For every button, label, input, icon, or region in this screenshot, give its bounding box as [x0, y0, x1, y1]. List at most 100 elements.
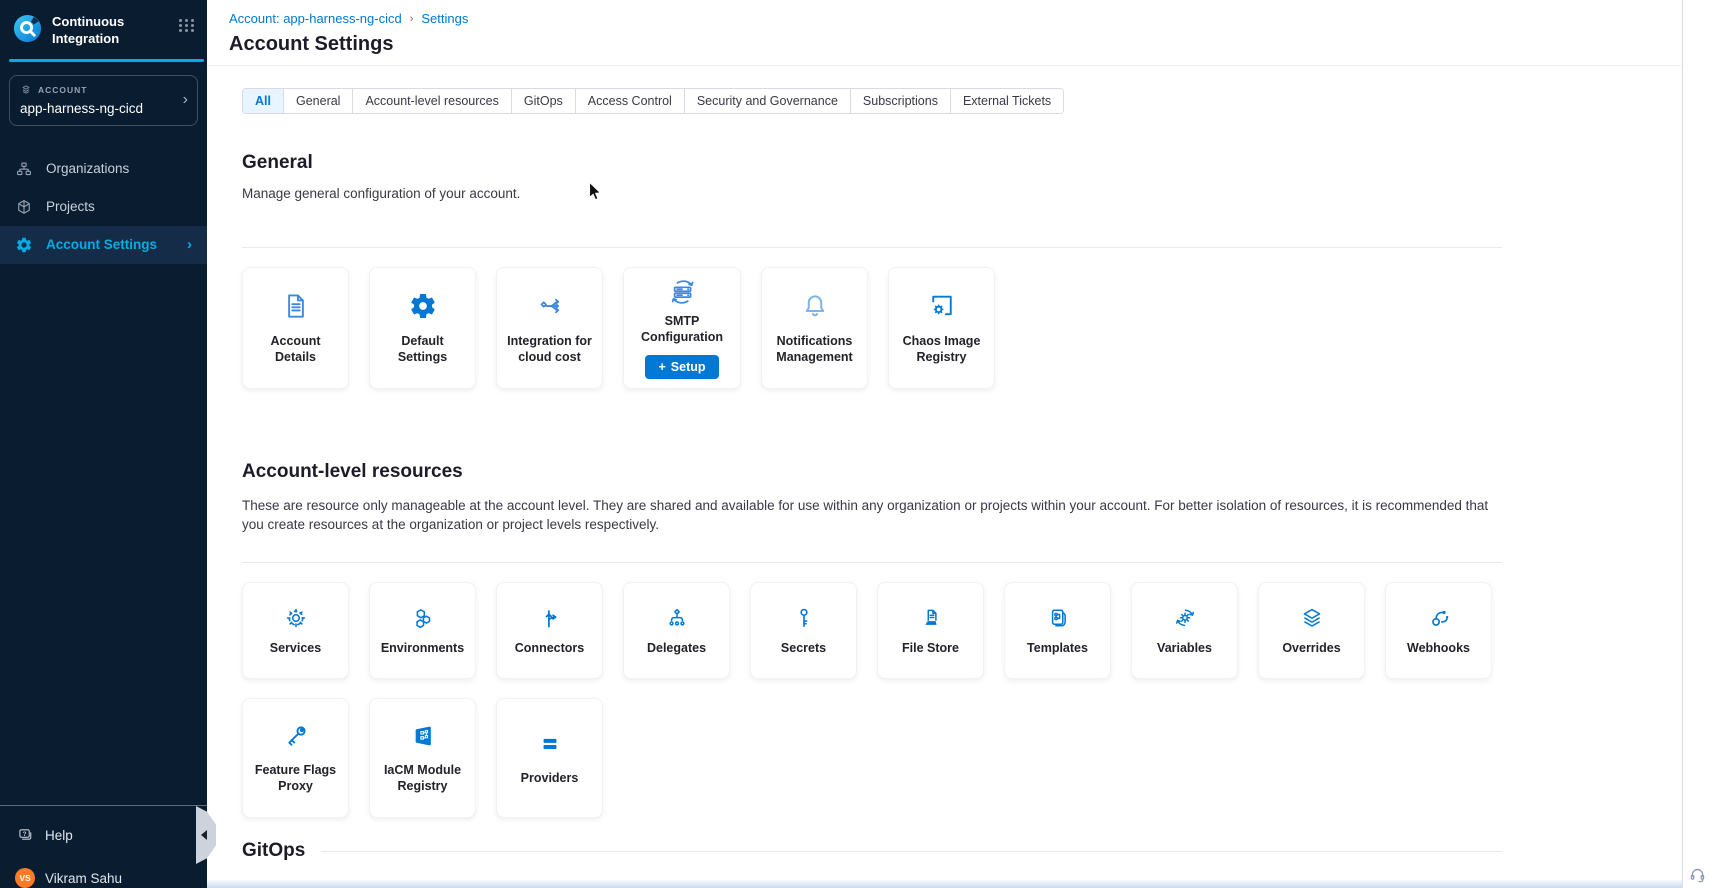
card-label: Overrides [1275, 641, 1347, 657]
gitops-section-header: GitOps [242, 840, 1502, 862]
card-label: Connectors [508, 641, 591, 657]
tab-general[interactable]: General [284, 89, 353, 113]
sidebar-item-projects[interactable]: Projects [0, 188, 207, 226]
section-divider [242, 562, 1502, 563]
card-webhooks[interactable]: Webhooks [1385, 582, 1492, 679]
sidebar-item-organizations[interactable]: Organizations [0, 150, 207, 188]
svg-text:?: ? [23, 831, 27, 838]
account-label: ACCOUNT [38, 85, 88, 95]
card-label: File Store [895, 641, 966, 657]
server-sync-icon [666, 277, 698, 307]
page-title: Account Settings [229, 33, 1682, 56]
key-diagonal-icon [282, 722, 310, 750]
module-board-icon [409, 722, 437, 750]
account-label-row: ACCOUNT [20, 84, 173, 96]
stacked-pages-icon [1045, 605, 1071, 631]
breadcrumb-settings-link[interactable]: Settings [421, 11, 468, 26]
card-file-store[interactable]: File Store [877, 582, 984, 679]
gitops-divider [321, 851, 1502, 852]
right-rail [1682, 0, 1711, 888]
sidebar-item-label: Projects [46, 199, 95, 214]
gear-outline-icon [283, 605, 309, 631]
module-title: Continuous Integration [52, 13, 170, 48]
page-body: All General Account-level resources GitO… [207, 66, 1502, 862]
chevron-right-icon: › [187, 236, 192, 253]
card-default-settings[interactable]: Default Settings [369, 267, 476, 389]
card-templates[interactable]: Templates [1004, 582, 1111, 679]
tab-gitops[interactable]: GitOps [512, 89, 576, 113]
card-label: Feature Flags Proxy [243, 763, 348, 794]
tab-external-tickets[interactable]: External Tickets [951, 89, 1063, 113]
module-grid-icon[interactable] [179, 13, 195, 32]
gitops-heading: GitOps [242, 840, 305, 862]
card-variables[interactable]: Variables [1131, 582, 1238, 679]
card-label: Webhooks [1400, 641, 1477, 657]
chevron-right-icon: › [183, 92, 188, 108]
card-label: Environments [374, 641, 471, 657]
sidebar-item-label: Organizations [46, 161, 129, 176]
card-integration-cloud-cost[interactable]: Integration for cloud cost [496, 267, 603, 389]
help-button[interactable]: ? Help [0, 806, 207, 844]
card-connectors[interactable]: Connectors [496, 582, 603, 679]
breadcrumb-account-link[interactable]: Account: app-harness-ng-cicd [229, 11, 402, 26]
card-delegates[interactable]: Delegates [623, 582, 730, 679]
chevron-left-icon [201, 830, 207, 840]
card-label: Variables [1150, 641, 1219, 657]
frame-gear-icon [927, 291, 957, 321]
tab-all[interactable]: All [243, 89, 284, 113]
tab-subscriptions[interactable]: Subscriptions [851, 89, 951, 113]
card-account-details[interactable]: Account Details [242, 267, 349, 389]
breadcrumb: Account: app-harness-ng-cicd › Settings [229, 11, 1682, 26]
account-selector[interactable]: ACCOUNT app-harness-ng-cicd › [9, 75, 198, 126]
card-label: Templates [1020, 641, 1095, 657]
card-providers[interactable]: Providers [496, 698, 603, 818]
fork-arrow-icon [537, 605, 563, 631]
card-label: Secrets [774, 641, 833, 657]
user-name: Vikram Sahu [45, 871, 122, 886]
card-label: Integration for cloud cost [497, 334, 602, 365]
support-headset-icon[interactable] [1688, 866, 1707, 885]
card-label: Delegates [640, 641, 713, 657]
card-environments[interactable]: Environments [369, 582, 476, 679]
chevron-right-icon: › [410, 12, 414, 25]
general-heading: General [242, 152, 1502, 174]
plus-icon: + [658, 360, 665, 374]
card-label: Account Details [243, 334, 348, 365]
document-icon [281, 291, 311, 321]
settings-tabbar: All General Account-level resources GitO… [242, 88, 1064, 114]
sidebar-footer: ? Help VS Vikram Sahu [0, 805, 207, 888]
bell-icon [800, 291, 830, 321]
user-menu[interactable]: VS Vikram Sahu [0, 844, 207, 888]
card-feature-flags-proxy[interactable]: Feature Flags Proxy [242, 698, 349, 818]
gear-icon [15, 236, 33, 254]
card-label: SMTP Configuration [624, 314, 740, 345]
layers-stack-icon [1299, 605, 1325, 631]
resources-description: These are resource only manageable at th… [242, 496, 1492, 534]
card-services[interactable]: Services [242, 582, 349, 679]
card-smtp-configuration[interactable]: SMTP Configuration + Setup [623, 267, 741, 389]
resources-heading: Account-level resources [242, 461, 1502, 483]
harness-ci-logo-icon[interactable] [12, 13, 43, 44]
double-bars-icon [536, 730, 564, 758]
file-stand-icon [918, 605, 944, 631]
smtp-setup-button[interactable]: + Setup [645, 355, 718, 379]
card-chaos-image-registry[interactable]: Chaos Image Registry [888, 267, 995, 389]
tab-security-governance[interactable]: Security and Governance [685, 89, 851, 113]
general-cards: Account Details Default Settings In [242, 267, 1502, 389]
card-secrets[interactable]: Secrets [750, 582, 857, 679]
card-label: Services [263, 641, 328, 657]
module-accent-underline [9, 59, 204, 62]
card-label: Providers [514, 771, 586, 787]
tab-account-level-resources[interactable]: Account-level resources [353, 89, 511, 113]
avatar: VS [15, 868, 35, 888]
card-overrides[interactable]: Overrides [1258, 582, 1365, 679]
sidebar-item-account-settings[interactable]: Account Settings › [0, 226, 207, 264]
tab-access-control[interactable]: Access Control [576, 89, 685, 113]
card-notifications-management[interactable]: Notifications Management [761, 267, 868, 389]
sidebar-header: Continuous Integration [0, 0, 207, 56]
card-iacm-module-registry[interactable]: IaCM Module Registry [369, 698, 476, 818]
resources-cards-row2: Feature Flags Proxy IaCM Module Registry [242, 698, 1502, 818]
account-name: app-harness-ng-cicd [20, 101, 173, 116]
webhook-icon [1426, 605, 1452, 631]
scroll-fade [207, 879, 1682, 888]
